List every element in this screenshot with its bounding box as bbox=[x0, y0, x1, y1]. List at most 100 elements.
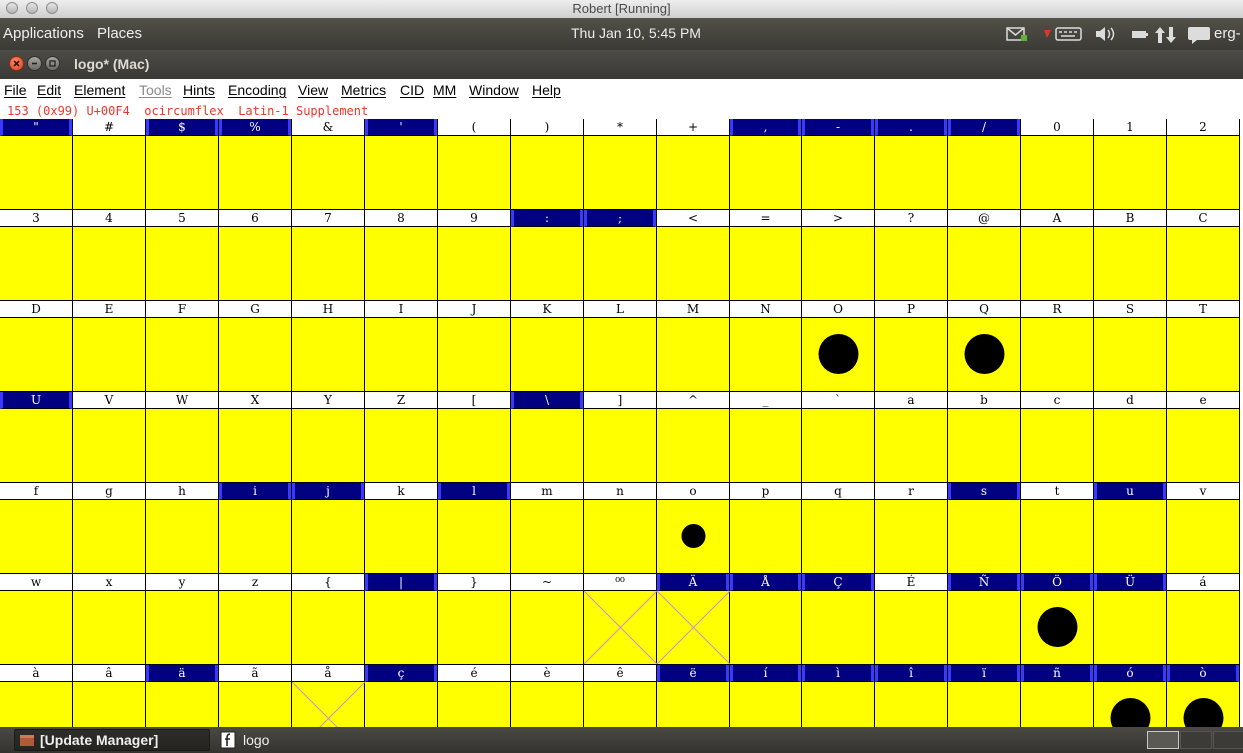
places-menu[interactable]: Places bbox=[97, 25, 142, 42]
glyph-cell[interactable]: å bbox=[292, 665, 365, 727]
glyph-cell[interactable]: 3 bbox=[0, 210, 73, 301]
glyph-cell[interactable]: * bbox=[584, 119, 657, 210]
glyph-cell[interactable]: n bbox=[584, 483, 657, 574]
glyph-cell[interactable]: ) bbox=[511, 119, 584, 210]
glyph-cell[interactable]: I bbox=[365, 301, 438, 392]
glyph-cell[interactable]: s bbox=[948, 483, 1021, 574]
glyph-cell[interactable]: O bbox=[802, 301, 875, 392]
glyph-cell[interactable]: y bbox=[146, 574, 219, 665]
glyph-cell[interactable]: Q bbox=[948, 301, 1021, 392]
glyph-cell[interactable]: h bbox=[146, 483, 219, 574]
glyph-cell[interactable]: ê bbox=[584, 665, 657, 727]
glyph-cell[interactable]: - bbox=[802, 119, 875, 210]
glyph-cell[interactable]: ó bbox=[1094, 665, 1167, 727]
glyph-cell[interactable]: ] bbox=[584, 392, 657, 483]
glyph-cell[interactable]: E bbox=[73, 301, 146, 392]
menu-tools[interactable]: Tools bbox=[139, 82, 172, 98]
glyph-cell[interactable]: 1 bbox=[1094, 119, 1167, 210]
glyph-cell[interactable]: 6 bbox=[219, 210, 292, 301]
glyph-cell[interactable]: S bbox=[1094, 301, 1167, 392]
glyph-cell[interactable]: V bbox=[73, 392, 146, 483]
glyph-cell[interactable]: á bbox=[1167, 574, 1240, 665]
glyph-cell[interactable]: ? bbox=[875, 210, 948, 301]
glyph-cell[interactable]: c bbox=[1021, 392, 1094, 483]
glyph-cell[interactable]: [ bbox=[438, 392, 511, 483]
glyph-cell[interactable]: ã bbox=[219, 665, 292, 727]
glyph-cell[interactable]: Ñ bbox=[948, 574, 1021, 665]
glyph-cell[interactable]: í bbox=[730, 665, 802, 727]
glyph-cell[interactable]: l bbox=[438, 483, 511, 574]
workspace-switcher-2[interactable] bbox=[1180, 731, 1212, 749]
glyph-cell[interactable]: m bbox=[511, 483, 584, 574]
glyph-cell[interactable]: 8 bbox=[365, 210, 438, 301]
glyph-cell[interactable]: î bbox=[875, 665, 948, 727]
glyph-cell[interactable]: i bbox=[219, 483, 292, 574]
glyph-cell[interactable]: ' bbox=[365, 119, 438, 210]
glyph-cell[interactable]: } bbox=[438, 574, 511, 665]
workspace-switcher-1[interactable] bbox=[1147, 731, 1179, 749]
glyph-cell[interactable]: # bbox=[73, 119, 146, 210]
glyph-cell[interactable]: ò bbox=[1167, 665, 1240, 727]
menu-view[interactable]: View bbox=[298, 82, 328, 98]
battery-icon[interactable] bbox=[1131, 25, 1149, 43]
glyph-cell[interactable]: 0 bbox=[1021, 119, 1094, 210]
glyph-cell[interactable]: { bbox=[292, 574, 365, 665]
glyph-cell[interactable]: ç bbox=[365, 665, 438, 727]
glyph-cell[interactable]: R bbox=[1021, 301, 1094, 392]
glyph-cell[interactable]: è bbox=[511, 665, 584, 727]
glyph-cell[interactable]: @ bbox=[948, 210, 1021, 301]
glyph-cell[interactable]: g bbox=[73, 483, 146, 574]
glyph-cell[interactable]: , bbox=[730, 119, 802, 210]
glyph-cell[interactable]: Z bbox=[365, 392, 438, 483]
glyph-cell[interactable]: . bbox=[875, 119, 948, 210]
glyph-cell[interactable]: N bbox=[730, 301, 802, 392]
glyph-cell[interactable]: u bbox=[1094, 483, 1167, 574]
glyph-cell[interactable]: 4 bbox=[73, 210, 146, 301]
glyph-cell[interactable]: e bbox=[1167, 392, 1240, 483]
glyph-cell[interactable]: ~ bbox=[511, 574, 584, 665]
glyph-cell[interactable]: k bbox=[365, 483, 438, 574]
menu-element[interactable]: Element bbox=[74, 82, 125, 98]
glyph-cell[interactable]: â bbox=[73, 665, 146, 727]
glyph-cell[interactable]: Å bbox=[730, 574, 802, 665]
glyph-cell[interactable]: J bbox=[438, 301, 511, 392]
glyph-cell[interactable]: & bbox=[292, 119, 365, 210]
glyph-cell[interactable]: Y bbox=[292, 392, 365, 483]
task-logo[interactable]: logo bbox=[214, 729, 410, 751]
glyph-cell[interactable]: q bbox=[802, 483, 875, 574]
glyph-cell[interactable]: X bbox=[219, 392, 292, 483]
glyph-cell[interactable]: à bbox=[0, 665, 73, 727]
mail-icon[interactable] bbox=[1006, 25, 1028, 43]
glyph-cell[interactable]: ⁰⁰ bbox=[584, 574, 657, 665]
glyph-cell[interactable]: M bbox=[657, 301, 730, 392]
menu-help[interactable]: Help bbox=[532, 82, 561, 98]
workspace-switcher-3[interactable] bbox=[1213, 731, 1243, 749]
menu-hints[interactable]: Hints bbox=[183, 82, 215, 98]
glyph-cell[interactable]: Ü bbox=[1094, 574, 1167, 665]
glyph-cell[interactable]: r bbox=[875, 483, 948, 574]
glyph-cell[interactable]: ` bbox=[802, 392, 875, 483]
menu-mm[interactable]: MM bbox=[433, 82, 456, 98]
glyph-cell[interactable]: : bbox=[511, 210, 584, 301]
glyph-cell[interactable]: ë bbox=[657, 665, 730, 727]
glyph-cell[interactable]: t bbox=[1021, 483, 1094, 574]
glyph-cell[interactable]: = bbox=[730, 210, 802, 301]
glyph-cell[interactable]: v bbox=[1167, 483, 1240, 574]
glyph-cell[interactable]: d bbox=[1094, 392, 1167, 483]
user-menu[interactable]: erg- bbox=[1214, 25, 1241, 42]
glyph-cell[interactable]: P bbox=[875, 301, 948, 392]
glyph-cell[interactable]: j bbox=[292, 483, 365, 574]
menu-metrics[interactable]: Metrics bbox=[341, 82, 386, 98]
glyph-cell[interactable]: ( bbox=[438, 119, 511, 210]
glyph-cell[interactable]: H bbox=[292, 301, 365, 392]
menu-edit[interactable]: Edit bbox=[37, 82, 61, 98]
applications-menu[interactable]: Applications bbox=[3, 25, 84, 42]
glyph-cell[interactable]: " bbox=[0, 119, 73, 210]
glyph-cell[interactable]: $ bbox=[146, 119, 219, 210]
glyph-cell[interactable]: ; bbox=[584, 210, 657, 301]
menu-encoding[interactable]: Encoding bbox=[228, 82, 286, 98]
glyph-cell[interactable]: ä bbox=[146, 665, 219, 727]
volume-icon[interactable] bbox=[1094, 25, 1118, 43]
glyph-cell[interactable]: / bbox=[948, 119, 1021, 210]
glyph-cell[interactable]: B bbox=[1094, 210, 1167, 301]
